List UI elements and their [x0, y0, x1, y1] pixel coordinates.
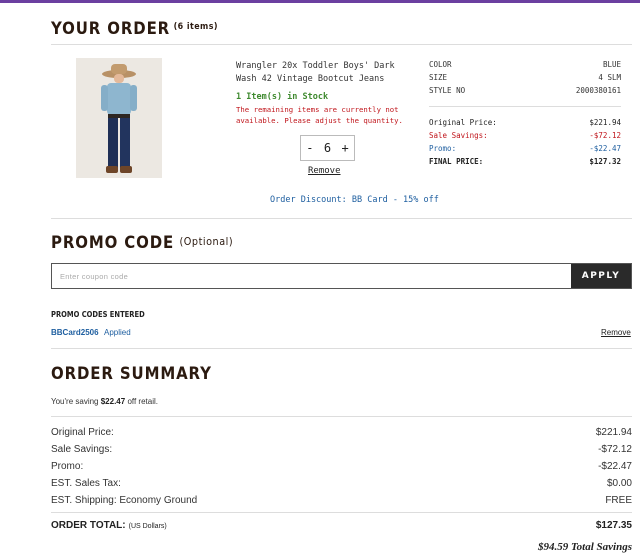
- order-item-count: (6 items): [173, 22, 218, 32]
- promo-code-name: BBCard2506: [51, 328, 99, 337]
- summary-value: $221.94: [595, 427, 632, 438]
- item-original-price: Original Price: $221.94: [429, 116, 621, 129]
- summary-label: EST. Shipping: Economy Ground: [51, 495, 198, 506]
- product-image[interactable]: [76, 58, 162, 178]
- saving-suffix: off retail.: [127, 397, 158, 406]
- attr-label: SIZE: [429, 73, 448, 82]
- price-value: -$22.47: [589, 144, 621, 153]
- order-discount-note: Order Discount: BB Card - 15% off: [270, 195, 439, 205]
- item-promo: Promo: -$22.47: [429, 142, 621, 155]
- product-photo-illustration: [76, 58, 162, 178]
- attr-label: STYLE NO: [429, 86, 466, 95]
- order-title: YOUR ORDER: [51, 19, 171, 39]
- qty-decrement-button[interactable]: -: [306, 141, 313, 155]
- remove-promo-link[interactable]: Remove: [601, 328, 631, 337]
- item-price-breakdown: Original Price: $221.94 Sale Savings: -$…: [429, 116, 621, 168]
- price-value: -$72.12: [589, 131, 621, 140]
- summary-value: FREE: [605, 495, 632, 506]
- order-total-row: ORDER TOTAL: (US Dollars) $127.35: [51, 520, 632, 531]
- divider: [51, 512, 632, 513]
- qty-increment-button[interactable]: +: [342, 141, 349, 155]
- attr-value: 4 SLM: [598, 73, 621, 82]
- summary-value: $0.00: [606, 478, 632, 489]
- price-value: $221.94: [589, 118, 621, 127]
- summary-label: EST. Sales Tax:: [51, 478, 121, 489]
- attr-value: 2000380161: [575, 86, 621, 95]
- summary-value: -$72.12: [598, 444, 632, 455]
- order-summary-table: Original Price: $221.94 Sale Savings: -$…: [51, 424, 632, 509]
- divider: [51, 416, 632, 417]
- saving-prefix: You're saving: [51, 397, 99, 406]
- summary-sale-savings: Sale Savings: -$72.12: [51, 441, 632, 458]
- promo-title: PROMO CODE: [51, 233, 175, 253]
- summary-heading: ORDER SUMMARY: [51, 364, 212, 384]
- promo-optional-label: (Optional): [179, 235, 234, 248]
- price-label: Original Price:: [429, 118, 497, 127]
- order-total-label: ORDER TOTAL:: [51, 520, 126, 531]
- order-heading: YOUR ORDER (6 items): [51, 19, 218, 39]
- quantity-stepper: - 6 +: [300, 135, 355, 161]
- order-total-label-group: ORDER TOTAL: (US Dollars): [51, 520, 167, 531]
- summary-sales-tax: EST. Sales Tax: $0.00: [51, 475, 632, 492]
- order-total-value: $127.35: [595, 520, 632, 531]
- saving-amount: $22.47: [100, 397, 126, 406]
- total-savings: $94.59 Total Savings: [537, 541, 632, 553]
- summary-label: Promo:: [51, 461, 84, 472]
- coupon-code-input[interactable]: [52, 264, 571, 288]
- summary-label: Sale Savings:: [51, 444, 113, 455]
- summary-value: -$22.47: [598, 461, 632, 472]
- stock-warning: The remaining items are currently not av…: [236, 105, 403, 125]
- apply-coupon-button[interactable]: APPLY: [571, 264, 631, 288]
- product-name-link[interactable]: Wrangler 20x Toddler Boys' Dark Wash 42 …: [236, 60, 416, 86]
- remove-item-link[interactable]: Remove: [308, 166, 341, 176]
- summary-original-price: Original Price: $221.94: [51, 424, 632, 441]
- saving-note: You're saving $22.47 off retail.: [51, 397, 158, 406]
- summary-promo: Promo: -$22.47: [51, 458, 632, 475]
- attr-divider: [429, 106, 621, 107]
- promo-heading: PROMO CODE (Optional): [51, 233, 233, 253]
- summary-shipping: EST. Shipping: Economy Ground FREE: [51, 492, 632, 509]
- item-final-price: FINAL PRICE: $127.32: [429, 155, 621, 168]
- attr-style-no: STYLE NO 2000380161: [429, 84, 621, 97]
- divider: [51, 348, 632, 349]
- product-attributes: COLOR BLUE SIZE 4 SLM STYLE NO 200038016…: [429, 58, 621, 97]
- attr-label: COLOR: [429, 60, 452, 69]
- price-label: FINAL PRICE:: [429, 157, 484, 166]
- qty-value[interactable]: 6: [324, 141, 331, 155]
- price-value: $127.32: [589, 157, 621, 166]
- stock-status: 1 Item(s) in Stock: [236, 92, 329, 102]
- attr-value: BLUE: [602, 60, 621, 69]
- top-accent-rule: [0, 0, 640, 3]
- item-sale-savings: Sale Savings: -$72.12: [429, 129, 621, 142]
- divider: [51, 218, 632, 219]
- attr-color: COLOR BLUE: [429, 58, 621, 71]
- price-label: Sale Savings:: [429, 131, 488, 140]
- summary-label: Original Price:: [51, 427, 114, 438]
- divider: [51, 44, 632, 45]
- promo-codes-entered-title: PROMO CODES ENTERED: [51, 310, 145, 319]
- price-label: Promo:: [429, 144, 457, 153]
- attr-size: SIZE 4 SLM: [429, 71, 621, 84]
- promo-code-status: Applied: [104, 328, 131, 337]
- order-total-unit: (US Dollars): [128, 523, 167, 530]
- coupon-form: APPLY: [51, 263, 632, 289]
